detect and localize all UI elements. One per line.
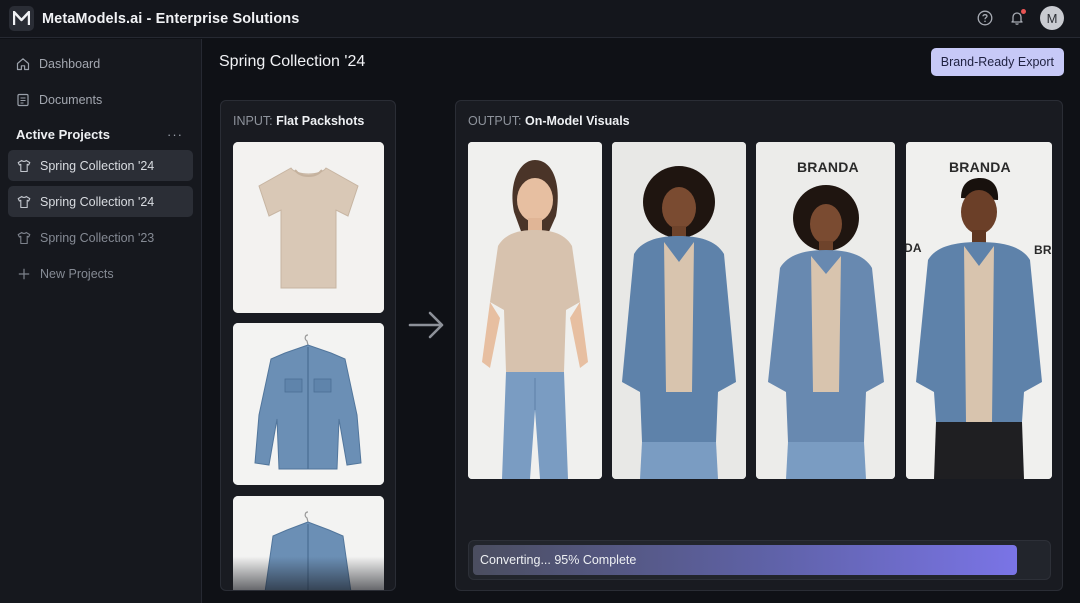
notification-badge	[1021, 9, 1026, 14]
sidebar: Dashboard Documents Active Projects ··· …	[0, 39, 202, 603]
tshirt-icon	[17, 159, 31, 172]
brand-watermark-fragment: DA	[906, 241, 922, 255]
sidebar-item-label: Documents	[39, 92, 103, 107]
section-title: Active Projects	[16, 126, 110, 142]
progress-fill: Converting... 95% Complete	[473, 545, 1018, 575]
sidebar-item-label: Dashboard	[39, 56, 101, 71]
sidebar-project-item[interactable]: Spring Collection '23	[8, 222, 193, 253]
top-bar: MetaModels.ai - Enterprise Solutions M	[0, 0, 1080, 38]
on-model-visual-1[interactable]	[468, 142, 602, 479]
active-projects-header: Active Projects ···	[0, 124, 201, 144]
main-content: Spring Collection '24 Brand-Ready Export…	[203, 39, 1080, 603]
more-options-icon[interactable]: ···	[167, 127, 183, 142]
panel-prefix: OUTPUT:	[468, 114, 522, 128]
help-icon[interactable]	[976, 9, 994, 27]
arrow-right-icon	[408, 310, 446, 345]
input-panel: INPUT: Flat Packshots	[220, 100, 396, 591]
on-model-visual-4[interactable]: BRANDA DA BR	[906, 142, 1052, 479]
packshot-denim-jacket[interactable]	[233, 323, 384, 485]
tshirt-icon	[17, 195, 31, 208]
input-panel-label: INPUT: Flat Packshots	[233, 114, 364, 128]
user-avatar[interactable]: M	[1040, 6, 1064, 30]
panel-title: Flat Packshots	[276, 114, 365, 128]
app-title: MetaModels.ai - Enterprise Solutions	[42, 10, 300, 27]
brand-watermark-text: BRANDA	[949, 159, 1011, 175]
project-label: Spring Collection '24	[40, 158, 155, 173]
conversion-progress-bar: Converting... 95% Complete	[468, 540, 1051, 580]
metamodels-logo-icon[interactable]	[9, 6, 34, 31]
home-icon	[16, 57, 30, 70]
plus-icon	[18, 268, 30, 279]
output-panel-label: OUTPUT: On-Model Visuals	[468, 114, 630, 128]
project-label: Spring Collection '24	[40, 194, 155, 209]
brand-ready-export-button[interactable]: Brand-Ready Export	[930, 48, 1064, 76]
packshot-denim-jacket-2[interactable]	[233, 496, 384, 590]
sidebar-project-item[interactable]: Spring Collection '24	[8, 150, 193, 181]
output-panel: OUTPUT: On-Model Visuals BRANDA BRANDA D…	[455, 100, 1063, 591]
sidebar-project-item[interactable]: Spring Collection '24	[8, 186, 193, 217]
main-header: Spring Collection '24 Brand-Ready Export	[203, 39, 1080, 85]
brand-watermark-fragment: BR	[1034, 243, 1052, 257]
page-title: Spring Collection '24	[219, 53, 366, 70]
panel-title: On-Model Visuals	[524, 114, 630, 128]
document-icon	[17, 93, 29, 106]
sidebar-item-dashboard[interactable]: Dashboard	[0, 52, 201, 75]
brand-watermark-text: BRANDA	[797, 159, 859, 175]
tshirt-icon	[17, 231, 31, 244]
on-model-visual-3[interactable]: BRANDA	[756, 142, 895, 479]
notification-bell-icon[interactable]	[1008, 9, 1026, 27]
new-project-button[interactable]: New Projects	[8, 258, 193, 289]
progress-label: Converting... 95% Complete	[480, 553, 637, 567]
new-project-label: New Projects	[40, 266, 114, 281]
project-label: Spring Collection '23	[40, 230, 155, 245]
packshot-tshirt[interactable]	[233, 142, 384, 313]
sidebar-item-documents[interactable]: Documents	[0, 88, 201, 111]
panel-prefix: INPUT:	[233, 114, 273, 128]
on-model-visual-2[interactable]	[612, 142, 746, 479]
